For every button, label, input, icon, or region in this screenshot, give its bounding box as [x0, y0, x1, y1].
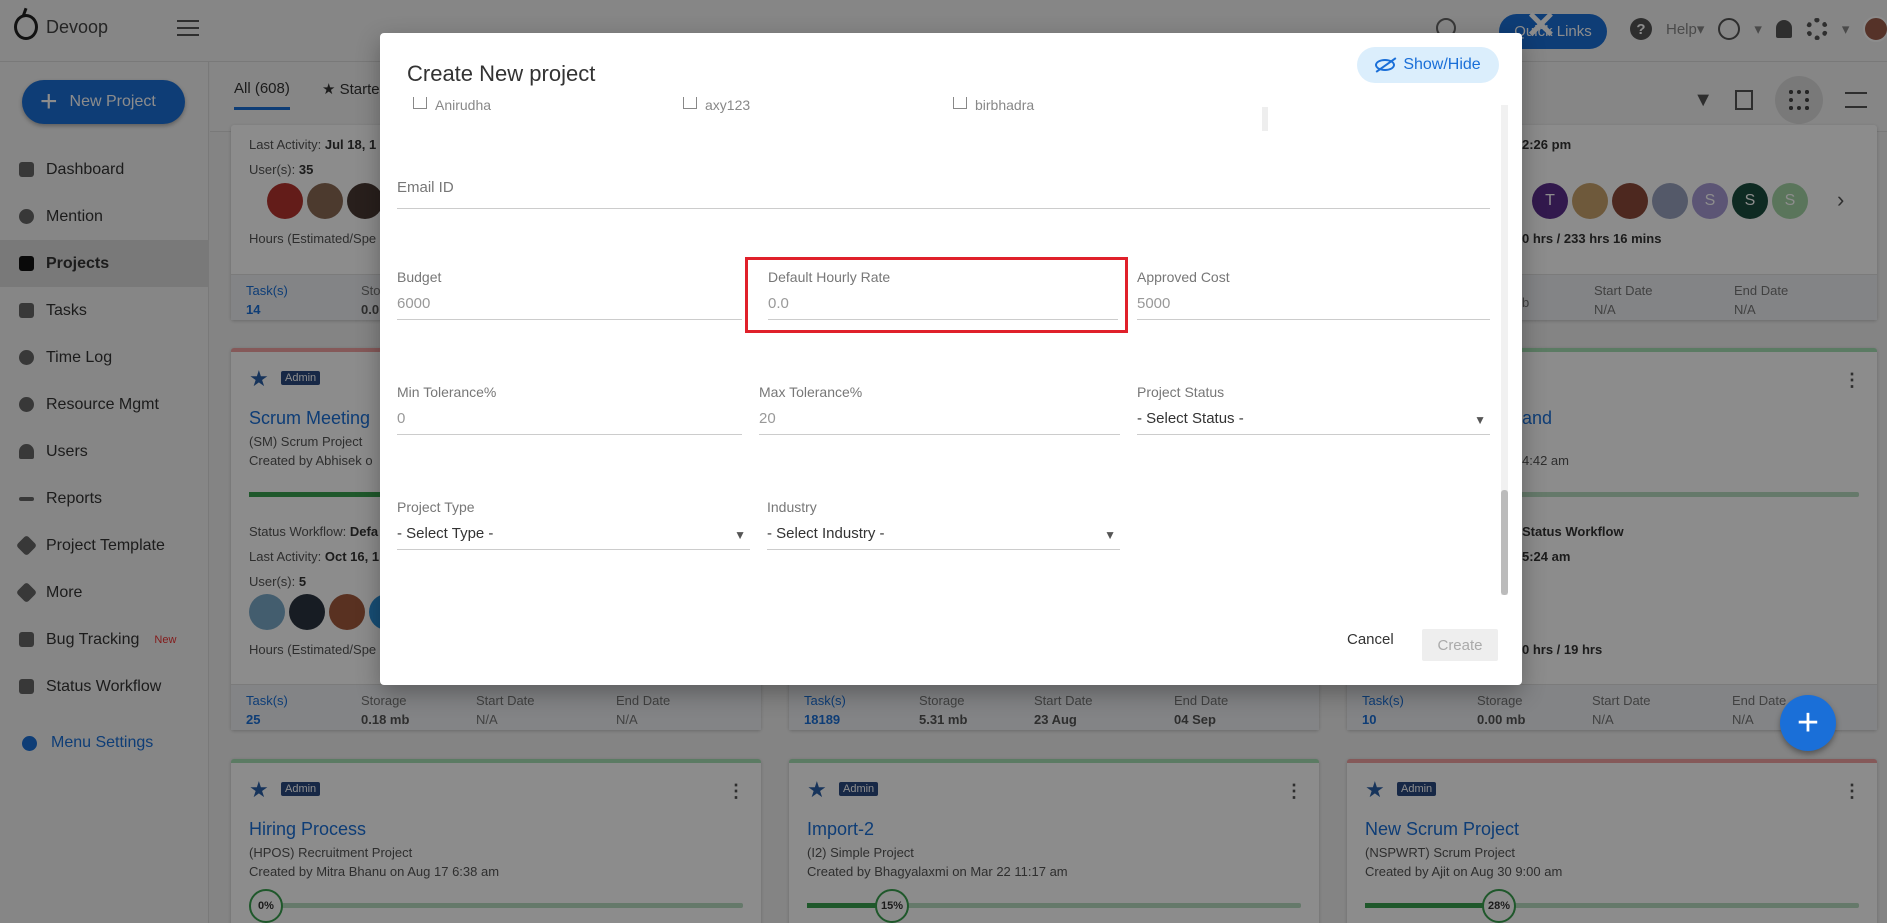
project-type-label: Project Type	[397, 499, 475, 515]
eye-off-icon	[1375, 59, 1396, 71]
min-tolerance-input[interactable]: 0	[397, 410, 742, 435]
chevron-down-icon[interactable]: ▼	[734, 528, 746, 542]
user-checkbox[interactable]: birbhadra	[953, 97, 1034, 113]
budget-label: Budget	[397, 269, 442, 285]
project-status-field[interactable]: Project Status - Select Status - ▼	[1137, 384, 1490, 435]
checkbox-icon	[413, 97, 427, 109]
project-status-select[interactable]: - Select Status -	[1137, 410, 1490, 435]
max-tolerance-field[interactable]: Max Tolerance% 20	[759, 384, 1120, 435]
min-tolerance-field[interactable]: Min Tolerance% 0	[397, 384, 742, 435]
project-type-field[interactable]: Project Type - Select Type - ▼	[397, 499, 750, 550]
min-tolerance-label: Min Tolerance%	[397, 384, 497, 400]
max-tolerance-input[interactable]: 20	[759, 410, 1120, 435]
checkbox-icon	[683, 97, 697, 109]
checkbox-label: axy123	[705, 97, 751, 113]
project-status-label: Project Status	[1137, 384, 1225, 400]
approved-cost-input[interactable]: 5000	[1137, 295, 1490, 320]
dialog-title: Create New project	[407, 61, 596, 86]
email-field[interactable]: Email ID	[397, 179, 1490, 209]
project-type-select[interactable]: - Select Type -	[397, 525, 750, 550]
industry-label: Industry	[767, 499, 817, 515]
user-checkbox-list: Anirudha axy123 birbhadra	[413, 97, 1433, 114]
budget-field[interactable]: Budget 6000	[397, 269, 742, 320]
create-button[interactable]: Create	[1422, 629, 1498, 661]
chevron-down-icon[interactable]: ▼	[1104, 528, 1116, 542]
approved-cost-field[interactable]: Approved Cost 5000	[1137, 269, 1490, 320]
email-label: Email ID	[397, 179, 454, 196]
checkbox-icon	[953, 97, 967, 109]
scrollbar-thumb[interactable]	[1501, 490, 1508, 595]
industry-field[interactable]: Industry - Select Industry - ▼	[767, 499, 1120, 550]
chevron-down-icon[interactable]: ▼	[1474, 413, 1486, 427]
show-hide-button[interactable]: Show/Hide	[1357, 47, 1499, 83]
add-fab-button[interactable]: +	[1780, 695, 1836, 751]
approved-cost-label: Approved Cost	[1137, 269, 1230, 285]
checkbox-label: birbhadra	[975, 97, 1035, 113]
user-checkbox[interactable]: Anirudha	[413, 97, 491, 113]
budget-input[interactable]: 6000	[397, 295, 742, 320]
industry-select[interactable]: - Select Industry -	[767, 525, 1120, 550]
cancel-button[interactable]: Cancel	[1347, 631, 1394, 648]
user-checkbox[interactable]: axy123	[683, 97, 750, 113]
dialog-scrollbar[interactable]	[1501, 105, 1508, 595]
checkbox-list-scrollbar[interactable]	[1262, 107, 1268, 131]
email-input[interactable]: Email ID	[397, 179, 1490, 209]
highlight-box	[745, 257, 1128, 333]
max-tolerance-label: Max Tolerance%	[759, 384, 863, 400]
checkbox-label: Anirudha	[435, 97, 492, 113]
show-hide-label: Show/Hide	[1403, 56, 1481, 73]
create-project-dialog: Create New project Show/Hide Anirudha ax…	[380, 33, 1522, 685]
